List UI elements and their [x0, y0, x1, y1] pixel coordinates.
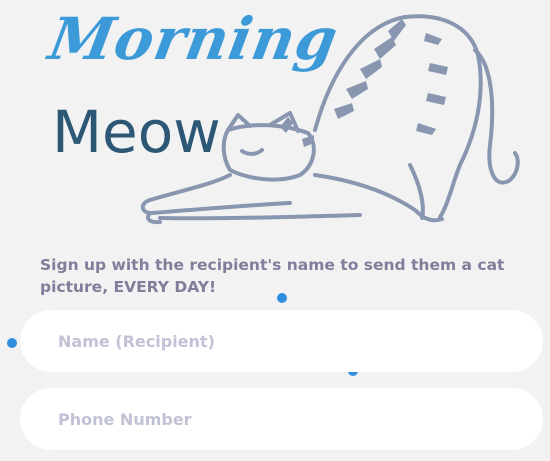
phone-number-input[interactable] [56, 387, 543, 451]
signup-description: Sign up with the recipient's name to sen… [40, 256, 505, 296]
recipient-name-field[interactable] [20, 309, 543, 373]
phone-number-field[interactable] [20, 387, 543, 451]
recipient-name-input[interactable] [56, 309, 543, 373]
marker-dot [277, 293, 287, 303]
marker-dot [7, 338, 17, 348]
stretching-cat-icon [140, 14, 520, 225]
app-logo: Morning Meow [0, 0, 550, 240]
